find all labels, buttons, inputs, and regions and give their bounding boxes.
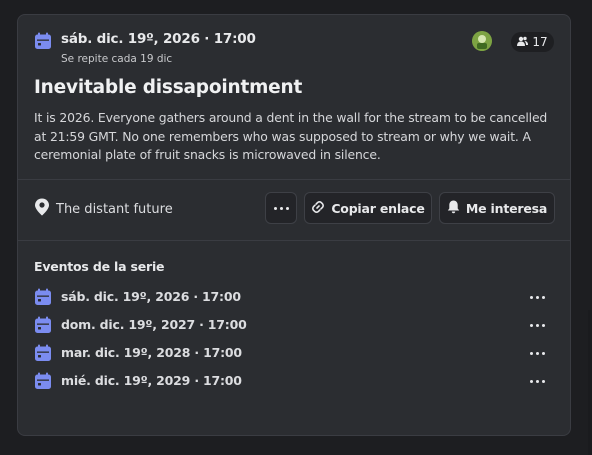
more-options-button[interactable] [265, 192, 297, 224]
series-item-more-button[interactable] [526, 317, 548, 333]
interested-button[interactable]: Me interesa [439, 192, 555, 224]
series-item[interactable]: mié. dic. 19º, 2029 · 17:00 [34, 372, 548, 392]
more-dots-icon [529, 295, 545, 299]
series-item-more-button[interactable] [526, 345, 548, 361]
series-item[interactable]: sáb. dic. 19º, 2026 · 17:00 [34, 288, 548, 308]
series-item-date: sáb. dic. 19º, 2026 · 17:00 [61, 289, 241, 304]
series-item[interactable]: dom. dic. 19º, 2027 · 17:00 [34, 316, 548, 336]
interested-count-badge[interactable]: 17 [511, 32, 554, 52]
series-item-more-button[interactable] [526, 373, 548, 389]
repeat-info: Se repite cada 19 dic [61, 53, 173, 65]
series-item-date: mar. dic. 19º, 2028 · 17:00 [61, 345, 242, 360]
series-item-date: dom. dic. 19º, 2027 · 17:00 [61, 317, 247, 332]
calendar-icon [34, 288, 52, 306]
series-item[interactable]: mar. dic. 19º, 2028 · 17:00 [34, 344, 548, 364]
location-label: The distant future [56, 201, 173, 217]
divider [18, 179, 570, 180]
event-date: sáb. dic. 19º, 2026 · 17:00 [61, 31, 256, 47]
avatar[interactable] [472, 31, 492, 51]
event-location: The distant future [34, 198, 173, 220]
bell-icon [447, 200, 460, 217]
more-dots-icon [529, 351, 545, 355]
more-dots-icon [529, 323, 545, 327]
series-item-more-button[interactable] [526, 289, 548, 305]
scrollbar[interactable] [588, 310, 592, 455]
people-icon [517, 35, 529, 49]
interested-label: Me interesa [465, 200, 548, 216]
event-header: sáb. dic. 19º, 2026 · 17:00 Se repite ca… [34, 31, 554, 67]
copy-link-button[interactable]: Copiar enlace [304, 192, 432, 224]
event-card: sáb. dic. 19º, 2026 · 17:00 Se repite ca… [17, 14, 571, 436]
series-heading: Eventos de la serie [34, 259, 165, 274]
calendar-icon [34, 344, 52, 362]
series-item-date: mié. dic. 19º, 2029 · 17:00 [61, 373, 242, 388]
more-dots-icon [273, 206, 289, 210]
location-pin-icon [34, 198, 50, 220]
more-dots-icon [529, 379, 545, 383]
event-title: Inevitable dissapointment [34, 77, 303, 98]
calendar-icon [34, 372, 52, 390]
calendar-icon [34, 316, 52, 334]
copy-link-label: Copiar enlace [331, 200, 425, 216]
link-icon [311, 200, 325, 217]
calendar-icon [34, 32, 52, 50]
event-description: It is 2026. Everyone gathers around a de… [34, 110, 548, 162]
divider [18, 240, 570, 241]
interested-count: 17 [532, 35, 548, 49]
